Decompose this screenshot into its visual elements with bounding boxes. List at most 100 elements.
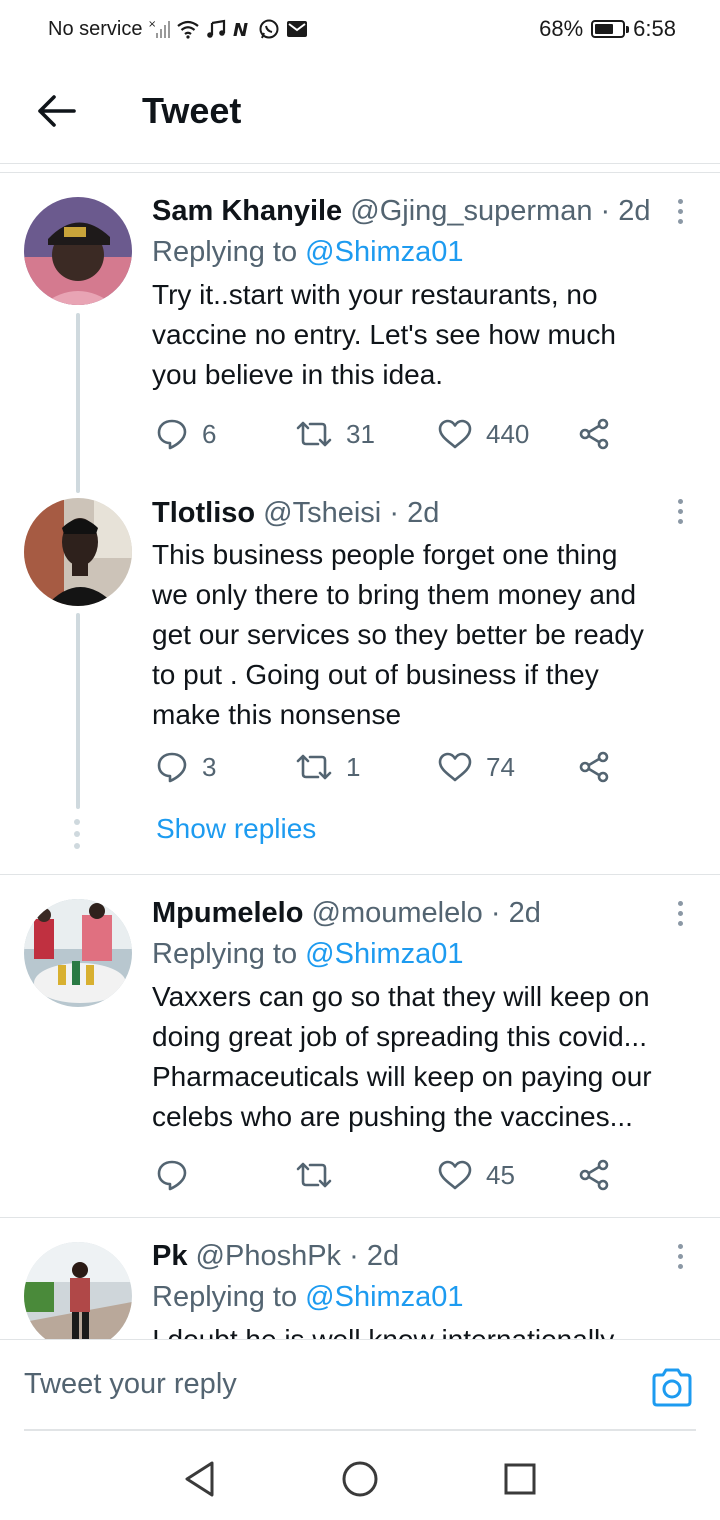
like-button[interactable]: 440 (438, 419, 529, 450)
more-options-button[interactable] (668, 895, 692, 931)
mention-link[interactable]: @Shimza01 (305, 1281, 463, 1313)
nav-recents-button[interactable] (500, 1459, 540, 1499)
tweet-text: This business people forget one thing we… (152, 535, 692, 735)
tweet-pk[interactable]: Pk @PhoshPk · 2d Replying to @Shimza01 I… (0, 1218, 720, 1339)
retweet-button[interactable] (296, 1160, 346, 1190)
author-handle[interactable]: @moumelelo (312, 897, 483, 929)
more-replies-dots (74, 819, 80, 849)
tweet-text: Try it..start with your restaurants, no … (152, 275, 692, 395)
reply-icon (157, 419, 187, 450)
nav-home-button[interactable] (340, 1459, 380, 1499)
reply-icon (157, 1160, 187, 1191)
replying-to: Replying to @Shimza01 (152, 231, 692, 273)
retweet-icon (296, 1162, 332, 1188)
avatar[interactable] (24, 1242, 132, 1339)
author-name[interactable]: Mpumelelo (152, 897, 303, 929)
tweet-text: I doubt he is well know internationally (152, 1320, 692, 1339)
tweet-content: Sam Khanyile @Gjing_superman · 2d Replyi… (152, 191, 692, 395)
tweet-text-line: This business people forget one thing (152, 539, 618, 570)
tweet-text-line: get our services so they better be ready (152, 619, 644, 650)
share-icon (579, 418, 609, 450)
heart-icon (438, 1160, 472, 1190)
author-handle[interactable]: @Gjing_superman (350, 195, 592, 227)
retweet-button[interactable]: 1 (296, 752, 360, 783)
like-button[interactable]: 45 (438, 1160, 515, 1191)
tweet-meta: Pk @PhoshPk · 2d (152, 1236, 692, 1276)
tweet-text-line: vaccine no entry. Let's see how much (152, 319, 616, 350)
more-options-button[interactable] (668, 1238, 692, 1274)
share-button[interactable] (578, 751, 610, 783)
tweet-meta: Mpumelelo @moumelelo · 2d (152, 893, 692, 933)
svg-text:N: N (233, 20, 248, 39)
retweet-icon (296, 421, 332, 447)
share-button[interactable] (578, 1159, 610, 1191)
square-recents-icon (504, 1463, 536, 1495)
no-signal-icon: × (148, 19, 171, 39)
back-button[interactable] (16, 71, 96, 151)
replying-prefix: Replying to (152, 236, 298, 268)
heart-icon (438, 419, 472, 449)
share-button[interactable] (578, 418, 610, 450)
tweet-text-line: Pharmaceuticals will keep on paying our (152, 1061, 652, 1092)
tweet-mpumelelo[interactable]: Mpumelelo @moumelelo · 2d Replying to @S… (0, 875, 720, 1217)
reply-feed[interactable]: Sam Khanyile @Gjing_superman · 2d Replyi… (0, 173, 720, 1339)
author-name[interactable]: Pk (152, 1240, 187, 1272)
avatar[interactable] (24, 498, 132, 606)
tweet-meta: Tlotliso @Tsheisi · 2d (152, 493, 692, 533)
share-icon (579, 751, 609, 783)
tweet-text-line: Vaxxers can go so that they will keep on (152, 981, 650, 1012)
reply-count: 6 (202, 418, 217, 449)
author-handle[interactable]: @PhoshPk (196, 1240, 342, 1272)
timestamp[interactable]: 2d (407, 497, 439, 529)
author-name[interactable]: Sam Khanyile (152, 195, 342, 227)
reply-button[interactable] (156, 1159, 202, 1191)
n-app-icon: N (232, 19, 252, 39)
retweet-button[interactable]: 31 (296, 419, 375, 450)
tweet-tlotliso[interactable]: Tlotliso @Tsheisi · 2d This business peo… (0, 493, 720, 873)
retweet-count: 1 (346, 751, 361, 782)
separator: · (389, 497, 399, 529)
author-name[interactable]: Tlotliso (152, 497, 255, 529)
replying-to: Replying to @Shimza01 (152, 1276, 692, 1318)
tweet-content: Pk @PhoshPk · 2d Replying to @Shimza01 I… (152, 1236, 692, 1339)
music-icon (206, 19, 226, 39)
like-button[interactable]: 74 (438, 752, 515, 783)
reply-input[interactable]: Tweet your reply (24, 1368, 237, 1401)
mention-link[interactable]: @Shimza01 (305, 938, 463, 970)
more-options-button[interactable] (668, 193, 692, 229)
timestamp[interactable]: 2d (618, 195, 650, 227)
tweet-actions: 45 (152, 1150, 632, 1200)
whatsapp-icon (258, 18, 280, 40)
replying-to: Replying to @Shimza01 (152, 933, 692, 975)
tweet-text-line: we only there to bring them money and (152, 579, 637, 610)
separator: · (600, 195, 611, 227)
tweet-actions: 6 31 440 (152, 409, 632, 459)
timestamp[interactable]: 2d (367, 1240, 399, 1272)
thread-line (76, 613, 80, 809)
reply-button[interactable]: 6 (156, 418, 216, 450)
show-replies-link[interactable]: Show replies (156, 813, 316, 845)
tweet-actions: 3 1 74 (152, 742, 632, 792)
like-count: 440 (486, 418, 530, 449)
timestamp[interactable]: 2d (509, 897, 541, 929)
reply-icon (157, 752, 187, 783)
more-options-button[interactable] (668, 493, 692, 529)
system-nav-bar (0, 1431, 720, 1520)
status-right: 68% 6:58 (539, 16, 676, 42)
nav-back-button[interactable] (180, 1459, 220, 1499)
replying-prefix: Replying to (152, 1281, 298, 1313)
tweet-text-line: celebs who are pushing the vaccines... (152, 1101, 633, 1132)
reply-button[interactable]: 3 (156, 751, 216, 783)
tweet-sam-khanyile[interactable]: Sam Khanyile @Gjing_superman · 2d Replyi… (0, 173, 720, 493)
status-left: No service × N (48, 18, 539, 41)
mention-link[interactable]: @Shimza01 (305, 236, 463, 268)
camera-button[interactable] (648, 1364, 696, 1412)
avatar[interactable] (24, 197, 132, 305)
author-handle[interactable]: @Tsheisi (263, 497, 381, 529)
tweet-content: Tlotliso @Tsheisi · 2d This business peo… (152, 493, 692, 735)
status-bar: No service × N 68% 6:58 (0, 0, 720, 58)
tweet-text-line: doing great job of spreading this covid.… (152, 1021, 647, 1052)
avatar[interactable] (24, 899, 132, 1007)
retweet-count: 31 (346, 418, 375, 449)
retweet-icon (296, 754, 332, 780)
